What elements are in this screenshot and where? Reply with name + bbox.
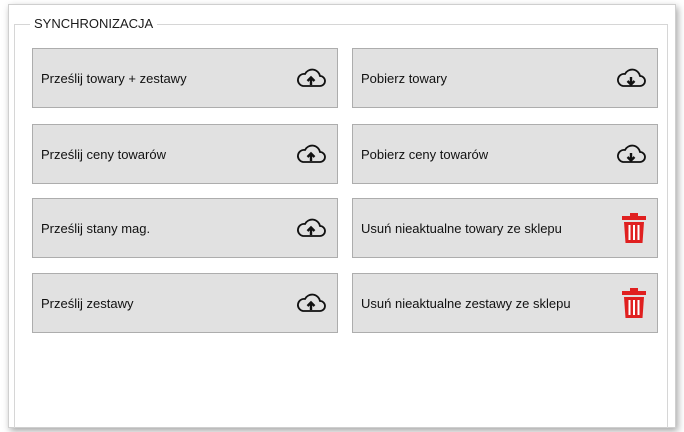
get-prices-button[interactable]: Pobierz ceny towarów — [352, 124, 658, 184]
cloud-upload-icon — [297, 293, 326, 312]
delete-old-products-button[interactable]: Usuń nieaktualne towary ze sklepu — [352, 198, 658, 258]
button-label: Usuń nieaktualne zestawy ze sklepu — [361, 295, 571, 311]
cloud-download-icon — [617, 144, 646, 163]
button-label: Pobierz ceny towarów — [361, 146, 489, 162]
button-label: Prześlij zestawy — [41, 295, 134, 311]
trash-icon — [622, 288, 646, 318]
cloud-upload-icon — [297, 68, 326, 87]
trash-icon — [622, 213, 646, 243]
send-prices-button[interactable]: Prześlij ceny towarów — [32, 124, 338, 184]
get-products-button[interactable]: Pobierz towary — [352, 48, 658, 108]
button-label: Pobierz towary — [361, 70, 447, 86]
button-label: Usuń nieaktualne towary ze sklepu — [361, 220, 562, 236]
button-label: Prześlij stany mag. — [41, 220, 151, 236]
cloud-upload-icon — [297, 144, 326, 163]
groupbox-title: SYNCHRONIZACJA — [30, 16, 158, 32]
delete-old-sets-button[interactable]: Usuń nieaktualne zestawy ze sklepu — [352, 273, 658, 333]
cloud-upload-icon — [297, 218, 326, 237]
cloud-download-icon — [617, 68, 646, 87]
send-stock-button[interactable]: Prześlij stany mag. — [32, 198, 338, 258]
button-label: Prześlij towary + zestawy — [41, 70, 187, 86]
send-sets-button[interactable]: Prześlij zestawy — [32, 273, 338, 333]
button-label: Prześlij ceny towarów — [41, 146, 166, 162]
send-products-and-sets-button[interactable]: Prześlij towary + zestawy — [32, 48, 338, 108]
